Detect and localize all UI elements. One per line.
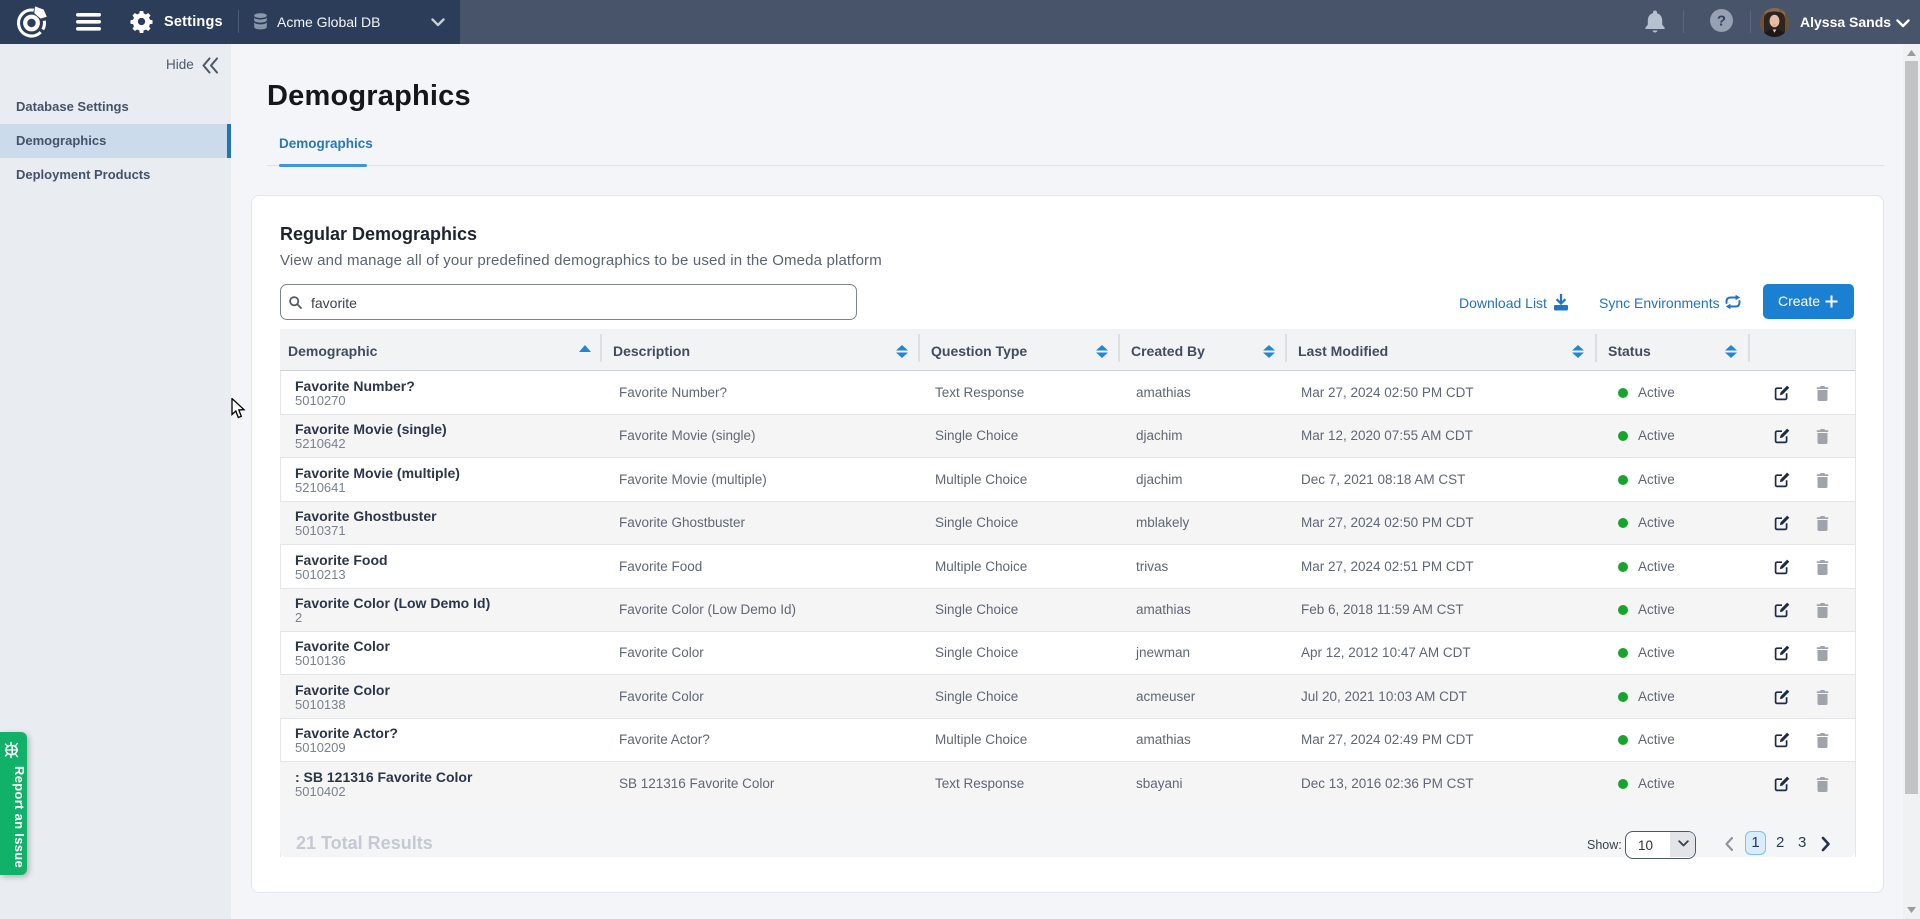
svg-text:?: ? (1717, 13, 1726, 30)
